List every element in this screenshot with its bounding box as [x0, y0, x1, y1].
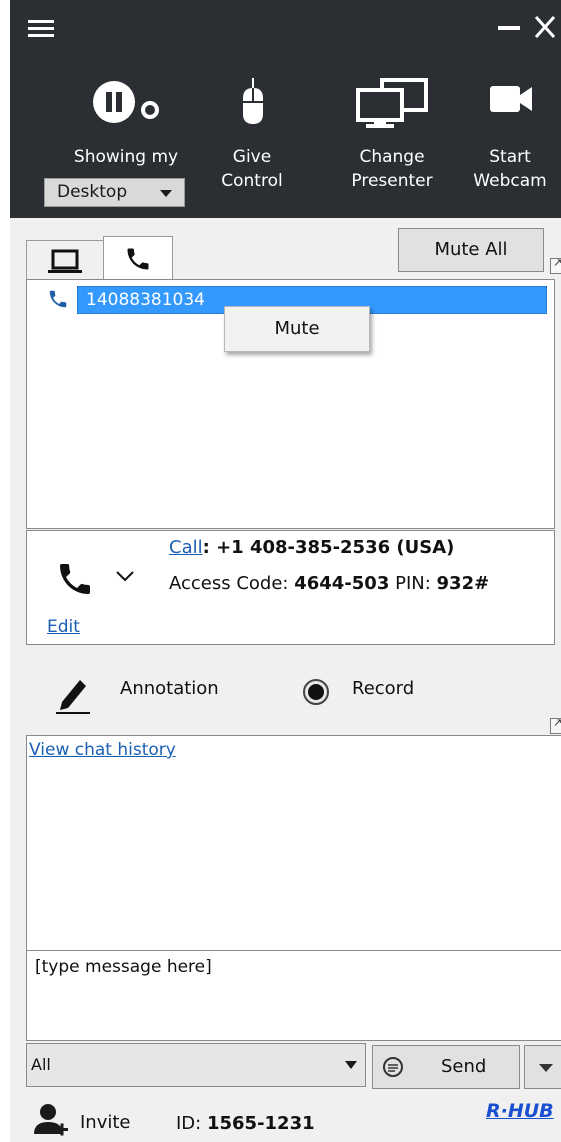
start-webcam-label-2: Webcam — [473, 171, 547, 191]
popout-chat-icon[interactable] — [550, 716, 561, 734]
chevron-down-icon — [345, 1061, 357, 1069]
tab-computer[interactable] — [26, 240, 104, 282]
change-presenter-label-2: Presenter — [351, 171, 433, 191]
call-number: : +1 408-385-2536 (USA) — [202, 537, 455, 558]
call-line: Call: +1 408-385-2536 (USA) — [169, 537, 454, 558]
minimize-icon[interactable] — [498, 26, 520, 30]
phone-icon — [127, 248, 149, 270]
pin-value: 932# — [436, 573, 490, 594]
rhub-logo[interactable]: R·HUB — [486, 1100, 554, 1122]
record-icon — [303, 679, 329, 705]
participant-number: 14088381034 — [86, 290, 205, 310]
chevron-down-icon[interactable] — [115, 569, 135, 583]
chat-history-pane: View chat history — [26, 735, 561, 951]
share-source-select[interactable]: Desktop — [44, 178, 185, 207]
chat-message-input[interactable]: [type message here] — [26, 951, 561, 1041]
tab-phone[interactable] — [103, 236, 173, 282]
invite-button[interactable]: Invite — [26, 1100, 136, 1140]
meeting-window: Showing my Desktop Give Control Change P… — [0, 0, 561, 1142]
mouse-icon — [243, 78, 263, 124]
menu-icon[interactable] — [28, 20, 54, 38]
call-link[interactable]: Call — [169, 537, 203, 558]
mute-all-button[interactable]: Mute All — [398, 228, 544, 272]
close-icon[interactable] — [532, 12, 558, 42]
chevron-down-icon — [539, 1064, 553, 1072]
meeting-id-label: ID: — [176, 1113, 207, 1134]
send-label: Send — [441, 1056, 487, 1077]
share-source-value: Desktop — [57, 182, 128, 202]
give-control-label-2: Control — [221, 171, 283, 191]
edit-link[interactable]: Edit — [47, 617, 80, 637]
invite-label: Invite — [80, 1112, 131, 1133]
record-label: Record — [352, 678, 415, 699]
mute-menu-item: Mute — [274, 318, 320, 339]
phone-icon — [49, 290, 67, 308]
monitors-icon — [356, 78, 428, 128]
record-button[interactable]: Record — [302, 674, 442, 710]
popout-participants-icon[interactable] — [550, 256, 561, 274]
start-webcam-label-1: Start — [489, 147, 531, 167]
access-code-label: Access Code: — [169, 573, 295, 594]
context-menu-mute[interactable]: Mute — [224, 306, 370, 352]
meeting-id: ID: 1565-1231 — [176, 1113, 315, 1134]
pencil-icon — [56, 680, 90, 714]
add-user-icon — [34, 1104, 68, 1136]
access-line: Access Code: 4644-503 PIN: 932# — [169, 573, 489, 594]
laptop-icon — [48, 249, 82, 273]
send-button[interactable]: Send — [372, 1045, 520, 1089]
give-control-label-1: Give — [232, 147, 272, 167]
chevron-down-icon — [160, 190, 172, 197]
annotation-button[interactable]: Annotation — [50, 672, 310, 714]
change-presenter-label-1: Change — [359, 147, 425, 167]
send-options-button[interactable] — [524, 1045, 561, 1089]
chat-bubble-icon — [383, 1057, 403, 1077]
video-camera-icon — [490, 86, 532, 112]
access-code-value: 4644-503 — [294, 573, 390, 594]
chat-input-placeholder: [type message here] — [35, 957, 212, 977]
chat-recipient-value: All — [31, 1055, 51, 1074]
chat-recipient-select[interactable]: All — [26, 1043, 366, 1087]
meeting-id-value: 1565-1231 — [206, 1113, 315, 1134]
pause-icon — [93, 81, 159, 123]
presenter-toolbar: Showing my Desktop Give Control Change P… — [10, 0, 561, 218]
dial-in-panel: Call: +1 408-385-2536 (USA) Access Code:… — [26, 530, 555, 645]
showing-my-label: Showing my — [73, 147, 179, 167]
view-chat-history-link[interactable]: View chat history — [29, 740, 176, 760]
annotation-label: Annotation — [120, 678, 219, 699]
phone-icon — [60, 564, 90, 594]
pin-label: PIN: — [389, 573, 437, 594]
